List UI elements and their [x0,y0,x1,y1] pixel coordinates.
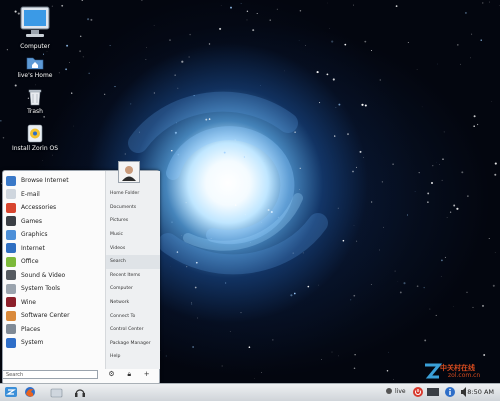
menu-item-label: System [21,339,43,346]
sound-video-icon [6,270,16,280]
menu-item-label: Software Center [21,312,70,319]
menu-item-browse-internet[interactable]: Browse Internet [3,174,104,188]
file-manager-icon[interactable] [50,386,63,398]
menu-item-label: Graphics [21,231,48,238]
menu-item-software-center[interactable]: Software Center [3,309,104,323]
info-icon[interactable] [444,386,456,398]
place-package-manager[interactable]: Package Manager [106,337,160,351]
desktop-icon-label: live's Home [18,72,53,79]
menu-categories: Browse Internet E-mail Accessories Games Gra… [3,174,104,350]
user-status-icon [386,388,392,394]
software-center-icon [6,311,16,321]
taskbar-user-label[interactable]: live [395,388,406,395]
menu-item-label: Office [21,258,39,265]
menu-item-system-tools[interactable]: System Tools [3,282,104,296]
games-icon [6,216,16,226]
menu-item-label: Internet [21,245,45,252]
menu-item-games[interactable]: Games [3,215,104,229]
menu-item-label: Browse Internet [21,177,69,184]
add-icon[interactable]: + [144,371,150,378]
display-icon[interactable] [426,386,440,398]
globe-icon [6,176,16,186]
email-icon [6,189,16,199]
menu-item-places[interactable]: Places [3,323,104,337]
place-videos[interactable]: Videos [106,241,160,255]
desktop-icon-home[interactable]: live's Home [5,54,65,79]
taskbar: live 8:50 AM [0,383,500,401]
menu-item-label: System Tools [21,285,60,292]
desktop-icon-label: Install Zorin OS [12,145,58,152]
desktop-icon-label: Trash [27,108,43,115]
trash-icon [28,88,42,106]
place-network[interactable]: Network [106,296,160,310]
menu-item-system[interactable]: System [3,336,104,350]
wine-icon [6,297,16,307]
menu-item-wine[interactable]: Wine [3,296,104,310]
place-pictures[interactable]: Pictures [106,214,160,228]
desktop-icon-trash[interactable]: Trash [5,88,65,115]
menu-item-accessories[interactable]: Accessories [3,201,104,215]
start-menu: Browse Internet E-mail Accessories Games Gra… [2,170,160,385]
graphics-icon [6,230,16,240]
place-search[interactable]: Search [106,255,160,269]
place-control-center[interactable]: Control Center [106,323,160,337]
menu-places: Home FolderDocumentsPicturesMusicVideosS… [105,171,160,369]
system-tools-icon [6,284,16,294]
place-help[interactable]: Help [106,350,160,364]
place-music[interactable]: Music [106,228,160,242]
place-recent-items[interactable]: Recent Items [106,269,160,283]
desktop-icon-label: Computer [20,43,50,50]
menu-item-label: Wine [21,299,36,306]
menu-toolbar: ⚙ 🔒︎ + [102,369,156,380]
menu-item-e-mail[interactable]: E-mail [3,188,104,202]
user-avatar[interactable] [118,161,140,183]
place-home-folder[interactable]: Home Folder [106,187,160,201]
menu-item-label: Sound & Video [21,272,65,279]
desktop-icon-computer[interactable]: Computer [5,5,65,50]
office-icon [6,257,16,267]
internet-icon [6,243,16,253]
menu-item-sound-video[interactable]: Sound & Video [3,269,104,283]
menu-item-label: Games [21,218,42,225]
settings-icon[interactable]: ⚙ [108,371,114,378]
places-icon [6,324,16,334]
firefox-icon[interactable] [24,386,36,398]
menu-item-label: E-mail [21,191,40,198]
place-documents[interactable]: Documents [106,201,160,215]
audio-player-icon[interactable] [74,386,86,398]
accessories-icon [6,203,16,213]
menu-item-graphics[interactable]: Graphics [3,228,104,242]
zorin-menu-icon[interactable] [4,386,18,398]
menu-search-input[interactable]: Search [2,370,98,379]
computer-icon [20,5,50,41]
info-icon [6,338,16,348]
place-connect-to[interactable]: Connect To [106,309,160,323]
watermark-site: zol.com.cn [448,372,480,379]
install-icon [26,124,44,143]
place-computer[interactable]: Computer [106,282,160,296]
lock-icon[interactable]: 🔒︎ [127,371,131,378]
avatar-icon [119,162,139,182]
desktop-icon-install[interactable]: Install Zorin OS [5,124,65,152]
power-icon[interactable] [412,386,424,398]
menu-item-office[interactable]: Office [3,255,104,269]
menu-item-label: Places [21,326,40,333]
home-folder-icon [26,54,44,70]
clock[interactable]: 8:50 AM [467,388,494,396]
menu-item-label: Accessories [21,204,56,211]
menu-item-internet[interactable]: Internet [3,242,104,256]
